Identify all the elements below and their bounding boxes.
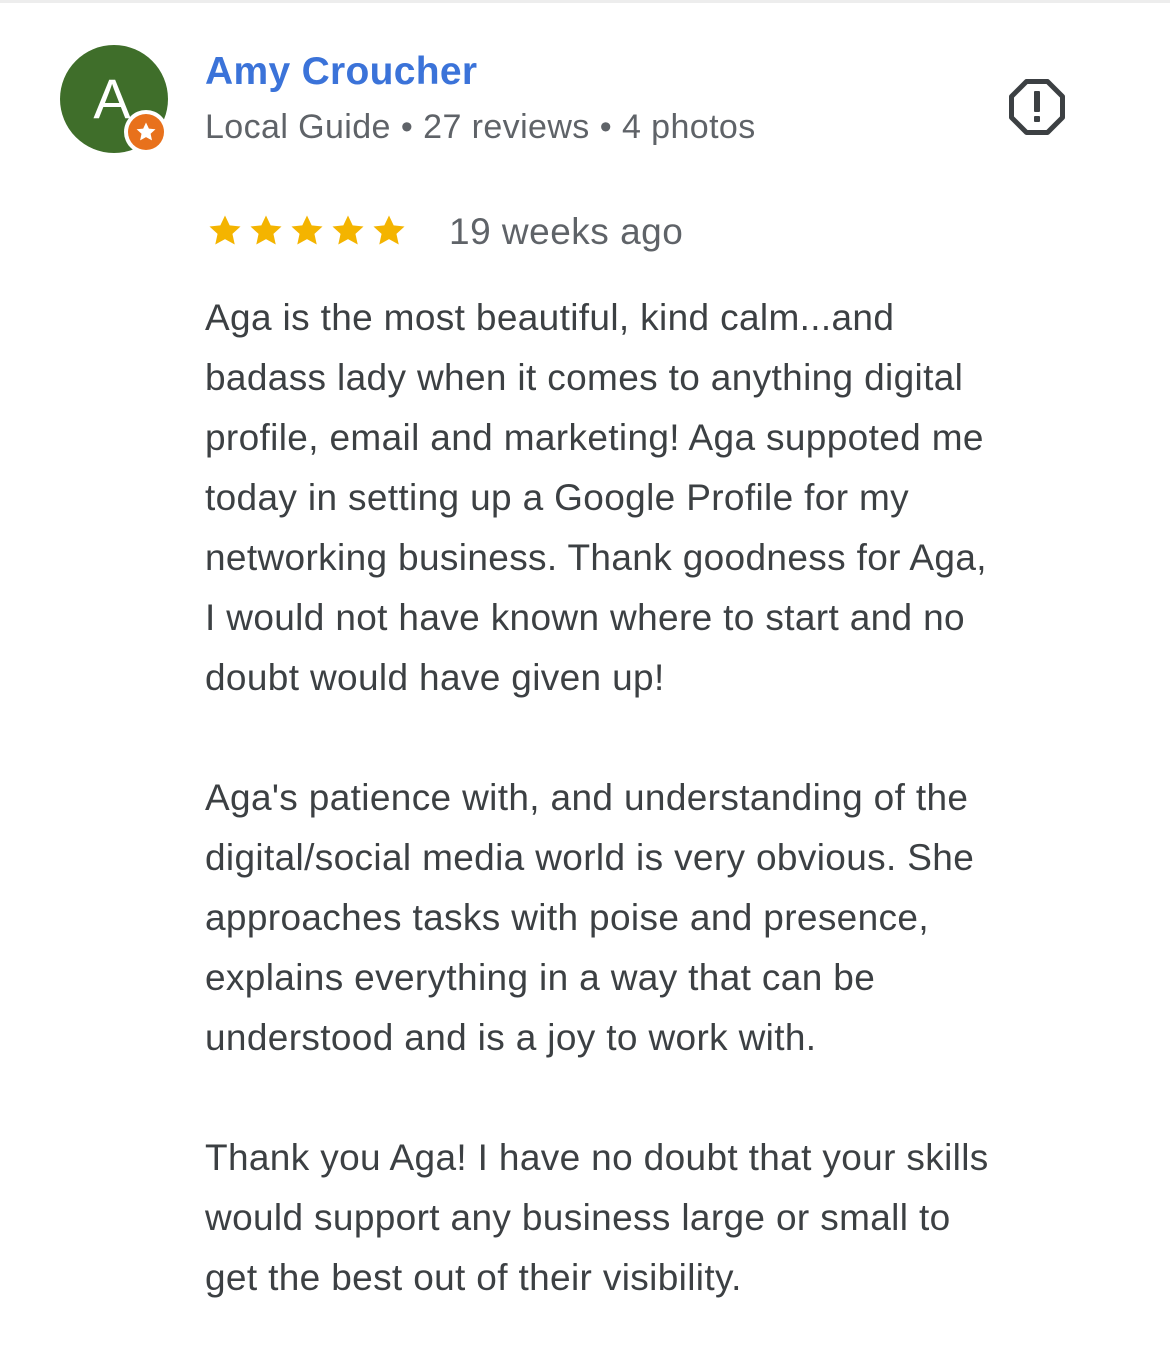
review-line: profile, email and marketing! Aga suppot… [205, 417, 984, 458]
review-line: digital/social media world is very obvio… [205, 837, 975, 878]
review-line: networking business. Thank goodness for … [205, 537, 987, 578]
review-text: Aga is the most beautiful, kind calm...a… [205, 288, 1125, 1308]
photo-count: 4 photos [622, 108, 756, 146]
star-icon [136, 122, 156, 141]
review-line: Thank you Aga! I have no doubt that your… [205, 1137, 989, 1178]
review-line: badass lady when it comes to anything di… [205, 357, 964, 398]
star-icon [373, 215, 405, 245]
review-line: understood and is a joy to work with. [205, 1017, 817, 1058]
review-line: I would not have known where to start an… [205, 597, 965, 638]
meta-separator: • [599, 108, 612, 146]
star-rating [206, 212, 408, 252]
review-count: 27 reviews [423, 108, 590, 146]
local-guide-badge-circle [128, 114, 164, 150]
reviewer-name[interactable]: Amy Croucher [205, 50, 477, 94]
review-time: 19 weeks ago [449, 211, 684, 252]
review-line: approaches tasks with poise and presence… [205, 897, 929, 938]
report-octagon-icon [1009, 79, 1065, 135]
review-line: doubt would have given up! [205, 657, 665, 698]
star-icon [250, 215, 282, 245]
star-icon [332, 215, 364, 245]
top-divider [0, 0, 1170, 3]
review-line: would support any business large or smal… [205, 1197, 951, 1238]
local-guide-label: Local Guide [205, 108, 391, 146]
review-line: Aga's patience with, and understanding o… [205, 777, 969, 818]
star-icon [209, 215, 241, 245]
report-review-button[interactable] [1004, 74, 1070, 140]
star-icon [291, 215, 323, 245]
local-guide-badge [124, 110, 168, 154]
review-line: Aga is the most beautiful, kind calm...a… [205, 297, 895, 338]
meta-separator: • [400, 108, 414, 146]
review-line: get the best out of their visibility. [205, 1257, 742, 1298]
review-line: explains everything in a way that can be [205, 957, 876, 998]
reviewer-meta: Local Guide • 27 reviews • 4 photos [205, 108, 756, 147]
review-line: today in setting up a Google Profile for… [205, 477, 910, 518]
